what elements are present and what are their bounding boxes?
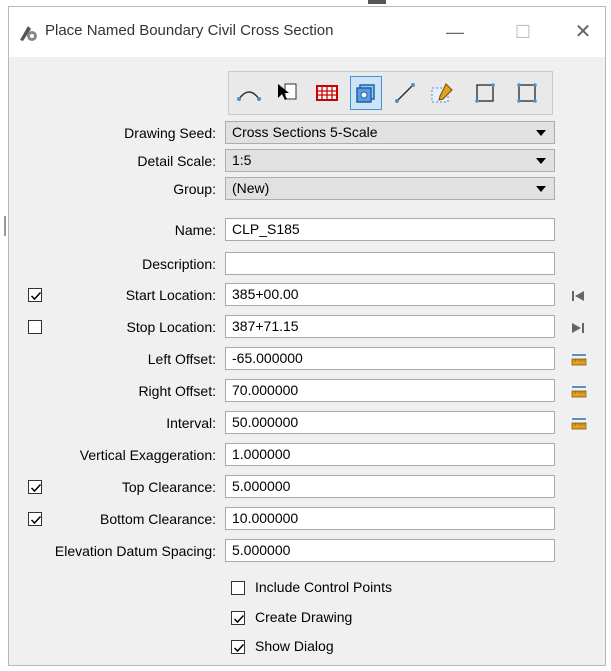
top-clearance-label: Top Clearance: (121, 479, 216, 495)
group-value: (New) (232, 180, 270, 196)
vertical-exaggeration-label: Vertical Exaggeration: (79, 447, 216, 463)
group-label: Group: (173, 181, 216, 197)
minimize-button[interactable]: — (435, 15, 475, 49)
elevation-datum-spacing-input[interactable]: 5.000000 (225, 539, 555, 562)
include-control-points-label: Include Control Points (255, 579, 392, 595)
bottom-clearance-checkbox[interactable] (28, 512, 42, 526)
method-toolbar (228, 71, 553, 115)
drawing-seed-label: Drawing Seed: (124, 125, 216, 141)
top-clearance-input[interactable]: 5.000000 (225, 475, 555, 498)
group-select[interactable]: (New) (225, 177, 555, 200)
drawing-seed-value: Cross Sections 5-Scale (232, 124, 378, 140)
interval-input[interactable]: 50.000000 (225, 411, 555, 434)
left-offset-input[interactable]: -65.000000 (225, 347, 555, 370)
description-label: Description: (142, 256, 216, 272)
line-icon[interactable] (389, 76, 421, 110)
show-dialog-checkbox[interactable] (231, 640, 245, 654)
chevron-down-icon (536, 158, 546, 164)
right-offset-input[interactable]: 70.000000 (225, 379, 555, 402)
pointer-select-icon[interactable] (271, 76, 303, 110)
shape-icon[interactable] (511, 76, 543, 110)
bottom-clearance-label: Bottom Clearance: (100, 511, 216, 527)
left-offset-label: Left Offset: (147, 351, 216, 367)
detail-scale-select[interactable]: 1:5 (225, 149, 555, 172)
include-control-points-checkbox[interactable] (231, 581, 245, 595)
description-input[interactable] (225, 252, 555, 275)
window-title: Place Named Boundary Civil Cross Section (45, 22, 334, 39)
chevron-down-icon (536, 130, 546, 136)
close-button[interactable]: ✕ (563, 15, 603, 49)
start-location-label: Start Location: (125, 287, 216, 303)
skip-to-start-icon[interactable] (571, 289, 585, 303)
detail-scale-label: Detail Scale: (137, 153, 216, 169)
background-window-fragment (368, 0, 386, 4)
app-tools-icon (20, 26, 37, 41)
dialog-window: Place Named Boundary Civil Cross Section… (8, 6, 606, 666)
measure-ruler-icon[interactable] (571, 416, 587, 432)
drawing-seed-select[interactable]: Cross Sections 5-Scale (225, 121, 555, 144)
chevron-down-icon (536, 186, 546, 192)
vertical-exaggeration-input[interactable]: 1.000000 (225, 443, 555, 466)
dashed-box-pencil-icon[interactable] (428, 76, 460, 110)
detail-scale-value: 1:5 (232, 152, 252, 168)
maximize-button[interactable]: ☐ (503, 15, 543, 49)
create-drawing-checkbox[interactable] (231, 611, 245, 625)
name-input[interactable]: CLP_S185 (225, 218, 555, 241)
title-bar: Place Named Boundary Civil Cross Section… (9, 7, 605, 57)
show-dialog-label: Show Dialog (255, 638, 334, 654)
measure-ruler-icon[interactable] (571, 384, 587, 400)
rectangle-icon[interactable] (469, 76, 501, 110)
name-label: Name: (174, 222, 216, 238)
grid-icon[interactable] (311, 76, 343, 110)
interval-label: Interval: (166, 415, 216, 431)
background-window-fragment (4, 216, 6, 236)
stop-location-checkbox[interactable] (28, 320, 42, 334)
right-offset-label: Right Offset: (138, 383, 216, 399)
measure-ruler-icon[interactable] (571, 352, 587, 368)
create-drawing-label: Create Drawing (255, 609, 353, 625)
cross-section-active-icon[interactable] (350, 76, 382, 110)
bottom-clearance-input[interactable]: 10.000000 (225, 507, 555, 530)
start-location-checkbox[interactable] (28, 288, 42, 302)
start-location-input[interactable]: 385+00.00 (225, 283, 555, 306)
by-path-icon[interactable] (233, 76, 265, 110)
stop-location-label: Stop Location: (126, 319, 216, 335)
elevation-datum-spacing-label: Elevation Datum Spacing: (54, 543, 216, 559)
skip-to-end-icon[interactable] (571, 321, 585, 335)
top-clearance-checkbox[interactable] (28, 480, 42, 494)
stop-location-input[interactable]: 387+71.15 (225, 315, 555, 338)
